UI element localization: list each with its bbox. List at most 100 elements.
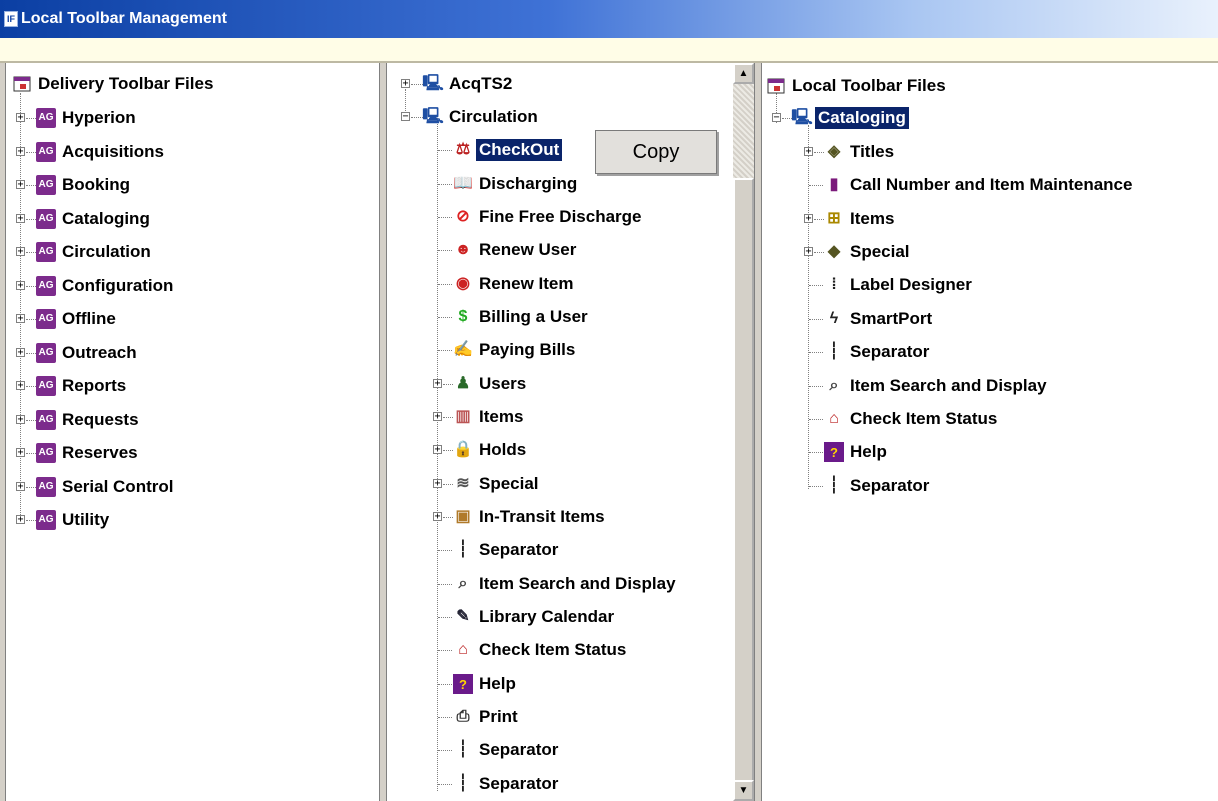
tree-branch-line: [809, 486, 823, 487]
status-icon: ⌂: [829, 410, 839, 427]
expand-toggle[interactable]: +: [16, 381, 25, 391]
help-icon: ?: [453, 674, 473, 694]
tree-branch-line: [26, 520, 36, 521]
tree-branch-line: [411, 84, 423, 85]
scroll-down-button[interactable]: ▼: [733, 780, 754, 801]
tree-item[interactable]: + ◈ Titles: [762, 139, 897, 165]
tree-item[interactable]: + AG Reports: [6, 373, 129, 399]
tree-item[interactable]: ⌕ Item Search and Display: [762, 373, 1050, 399]
tree-item[interactable]: ⊘ Fine Free Discharge: [387, 204, 645, 230]
tree-item[interactable]: − 🖳 Cataloging: [762, 105, 909, 131]
tree-item[interactable]: ▮ Call Number and Item Maintenance: [762, 172, 1135, 198]
expand-toggle[interactable]: +: [16, 515, 25, 525]
tree-item[interactable]: ? Help: [387, 671, 519, 697]
local-toolbar-tree[interactable]: Local Toolbar Files − 🖳 Cataloging + ◈ Titles…: [762, 63, 1218, 801]
expand-toggle[interactable]: +: [16, 113, 25, 123]
tree-item[interactable]: + AG Hyperion: [6, 105, 139, 131]
window-title: Local Toolbar Management: [21, 10, 227, 27]
tree-branch-line: [809, 419, 823, 420]
tree-item[interactable]: ✍ Paying Bills: [387, 337, 578, 363]
expand-toggle[interactable]: +: [16, 414, 25, 424]
tree-item[interactable]: ϟ SmartPort: [762, 306, 935, 332]
splitter-right[interactable]: [754, 63, 762, 801]
expand-toggle[interactable]: +: [16, 146, 25, 156]
tree-item[interactable]: ⁞ Label Designer: [762, 272, 975, 298]
tree-item[interactable]: + AG Offline: [6, 306, 119, 332]
copy-popup[interactable]: Copy: [595, 130, 717, 174]
expand-toggle[interactable]: +: [804, 247, 813, 257]
expand-toggle[interactable]: +: [16, 247, 25, 257]
vertical-scrollbar[interactable]: ▲ ▼: [733, 63, 754, 801]
tree-item[interactable]: + ▥ Items: [387, 404, 526, 430]
expand-toggle[interactable]: +: [16, 347, 25, 357]
expand-toggle[interactable]: +: [16, 280, 25, 290]
expand-toggle[interactable]: +: [16, 448, 25, 458]
tree-item[interactable]: $ Billing a User: [387, 304, 591, 330]
expand-toggle[interactable]: +: [804, 214, 813, 224]
scroll-thumb[interactable]: [733, 178, 754, 785]
tree-item[interactable]: + ◆ Special: [762, 239, 913, 265]
tree-item[interactable]: + ▣ In-Transit Items: [387, 504, 608, 530]
delivery-toolbar-tree[interactable]: Delivery Toolbar Files + AG Hyperion + AG Acq…: [6, 63, 379, 801]
tree-item-label: Circulation: [62, 242, 151, 261]
tree-item[interactable]: 📖 Discharging: [387, 171, 580, 197]
tree-item[interactable]: ? Help: [762, 439, 890, 465]
tree-item[interactable]: ◉ Renew Item: [387, 271, 576, 297]
tree-item[interactable]: + ≋ Special: [387, 471, 542, 497]
tree-item[interactable]: ┆ Separator: [762, 473, 932, 499]
collapse-toggle[interactable]: −: [772, 113, 781, 123]
expand-toggle[interactable]: +: [433, 479, 442, 489]
tree-item[interactable]: + ♟ Users: [387, 371, 529, 397]
tree-item[interactable]: ┆ Separator: [762, 339, 932, 365]
tree-item[interactable]: ✎ Library Calendar: [387, 604, 617, 630]
expand-toggle[interactable]: +: [804, 147, 813, 157]
expand-toggle[interactable]: +: [16, 213, 25, 223]
expand-toggle[interactable]: +: [16, 481, 25, 491]
tree-item[interactable]: + AG Booking: [6, 172, 133, 198]
tree-item[interactable]: + AG Acquisitions: [6, 139, 167, 165]
tree-item[interactable]: ⌕ Item Search and Display: [387, 571, 679, 597]
separator-icon: ┆: [829, 343, 839, 360]
tree-item[interactable]: ⎙ Print: [387, 704, 521, 730]
tree-root[interactable]: Delivery Toolbar Files: [12, 71, 216, 97]
tree-root[interactable]: Local Toolbar Files: [766, 73, 949, 99]
expand-toggle[interactable]: +: [433, 412, 442, 422]
expand-toggle[interactable]: +: [16, 314, 25, 324]
splitter-left[interactable]: [379, 63, 387, 801]
tree-item[interactable]: + AG Reserves: [6, 440, 141, 466]
expand-toggle[interactable]: +: [16, 180, 25, 190]
tree-item[interactable]: + AG Serial Control: [6, 474, 176, 500]
expand-toggle[interactable]: +: [433, 445, 442, 455]
tree-item[interactable]: + AG Circulation: [6, 239, 154, 265]
scroll-up-button[interactable]: ▲: [733, 63, 754, 84]
tree-item-label: Cataloging: [815, 107, 909, 129]
checkout-icon: ⚖: [455, 141, 471, 158]
tree-item[interactable]: + 🔒 Holds: [387, 437, 529, 463]
tree-item[interactable]: ⚖ CheckOut: [387, 137, 563, 163]
expand-toggle[interactable]: +: [433, 379, 442, 389]
tree-item[interactable]: + AG Utility: [6, 507, 112, 533]
tree-item[interactable]: + AG Outreach: [6, 340, 140, 366]
tree-item[interactable]: − 🖳 Circulation: [387, 104, 541, 130]
tree-item-label: Separator: [479, 774, 559, 793]
book-icon: ▥: [455, 408, 471, 425]
tree-item[interactable]: ☻ Renew User: [387, 237, 579, 263]
tree-item[interactable]: + AG Requests: [6, 407, 142, 433]
tree-item-label: Check Item Status: [850, 409, 998, 428]
tree-branch-line: [438, 150, 452, 151]
tree-branch-line: [782, 118, 792, 119]
tree-item[interactable]: ⌂ Check Item Status: [387, 637, 629, 663]
tree-branch-line: [809, 452, 823, 453]
tree-item[interactable]: + AG Cataloging: [6, 206, 153, 232]
expand-toggle[interactable]: +: [433, 512, 442, 522]
tree-item[interactable]: ⌂ Check Item Status: [762, 406, 1000, 432]
tree-item[interactable]: + 🖳 AcqTS2: [387, 71, 515, 97]
tree-item[interactable]: ┆ Separator: [387, 537, 561, 563]
tree-item[interactable]: ┆ Separator: [387, 771, 561, 797]
tree-item[interactable]: + ⊞ Items: [762, 206, 897, 232]
collapse-toggle[interactable]: −: [401, 112, 410, 122]
tree-item[interactable]: ┆ Separator: [387, 737, 561, 763]
tree-item-label: Outreach: [62, 342, 137, 362]
tree-item[interactable]: + AG Configuration: [6, 273, 176, 299]
expand-toggle[interactable]: +: [401, 79, 410, 89]
